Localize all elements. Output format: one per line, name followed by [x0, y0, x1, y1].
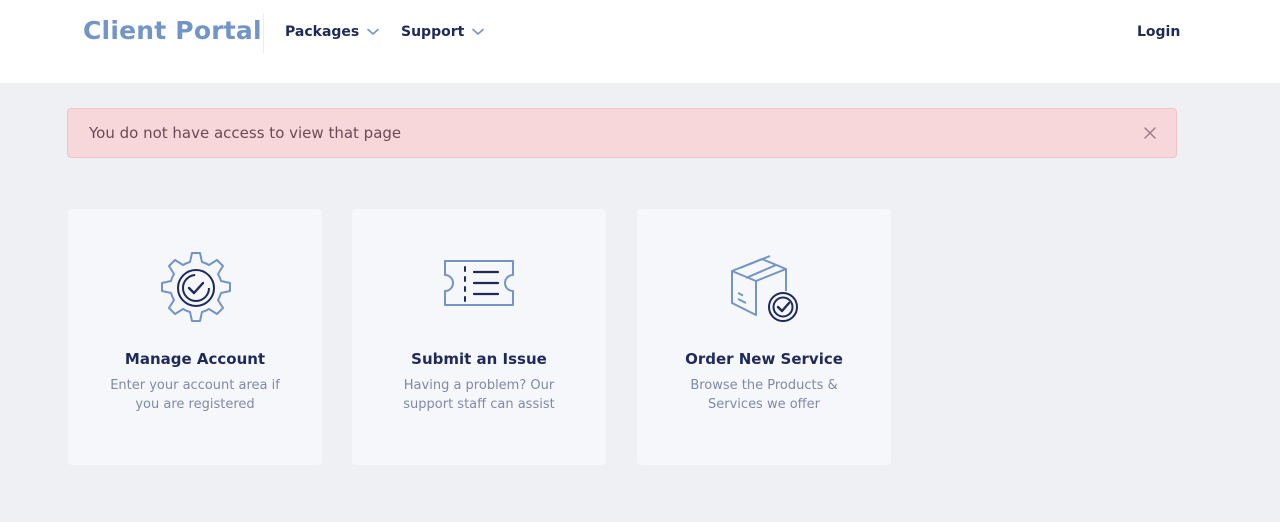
card-title: Order New Service [685, 350, 843, 368]
card-title: Manage Account [124, 350, 266, 368]
ticket-icon [439, 247, 519, 327]
top-navbar: Client Portal Packages Support Login [0, 0, 1280, 83]
login-link[interactable]: Login [1137, 24, 1180, 40]
card-title: Submit an Issue [411, 350, 547, 368]
card-description: Enter your account area if you are regis… [110, 378, 280, 412]
manage-account-card[interactable]: Manage Account Enter your account area i… [68, 209, 322, 465]
alert-message: You do not have access to view that page [89, 124, 402, 142]
close-icon[interactable] [1140, 123, 1160, 143]
nav-support-dropdown[interactable]: Support [401, 24, 485, 40]
order-service-card[interactable]: Order New Service Browse the Products & … [637, 209, 891, 465]
gear-check-icon [155, 247, 235, 327]
access-denied-alert: You do not have access to view that page [67, 108, 1177, 158]
chevron-down-icon [367, 28, 380, 36]
nav-divider [263, 14, 264, 53]
package-check-icon [724, 247, 804, 327]
brand-logo[interactable]: Client Portal [83, 16, 262, 45]
submit-issue-card[interactable]: Submit an Issue Having a problem? Our su… [352, 209, 606, 465]
nav-packages-label: Packages [285, 24, 360, 40]
chevron-down-icon [472, 28, 485, 36]
nav-packages-dropdown[interactable]: Packages [285, 24, 380, 40]
nav-support-label: Support [401, 24, 465, 40]
card-description: Browse the Products & Services we offer [690, 378, 838, 412]
card-description: Having a problem? Our support staff can … [403, 378, 555, 412]
